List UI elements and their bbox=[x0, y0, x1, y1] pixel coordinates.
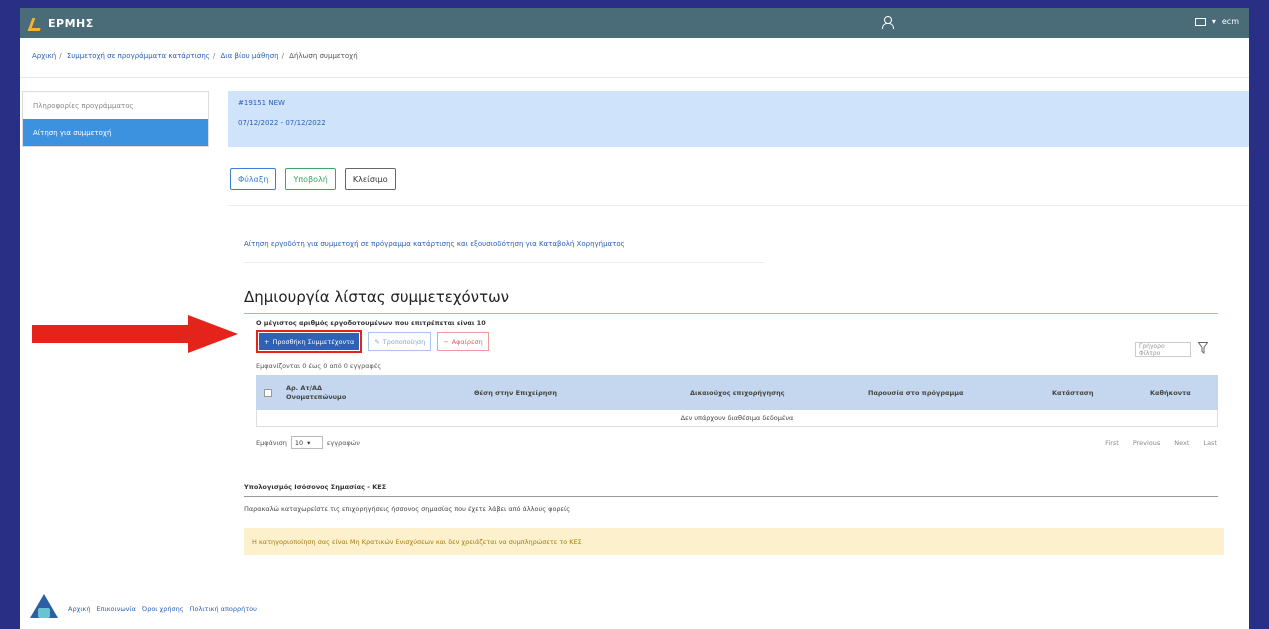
divider bbox=[244, 262, 764, 263]
quick-filter-placeholder: Γρήγορο Φίλτρο bbox=[1139, 342, 1165, 357]
edit-participant-label: Τροποποίηση bbox=[382, 337, 426, 346]
participants-title: Δημιουργία λίστας συμμετεχόντων bbox=[244, 288, 510, 306]
pager-previous[interactable]: Previous bbox=[1133, 439, 1160, 447]
breadcrumb-training[interactable]: Συμμετοχή σε προγράμματα κατάρτισης bbox=[67, 52, 210, 60]
column-status[interactable]: Κατάσταση bbox=[1052, 375, 1093, 410]
calculation-note: Παρακαλώ καταχωρείστε τις επιχορηγήσεις … bbox=[244, 505, 571, 513]
footer-link-home[interactable]: Αρχική bbox=[68, 605, 90, 613]
organization-logo-icon bbox=[30, 594, 58, 624]
empty-table-row: Δεν υπάρχουν διαθέσιμα δεδομένα bbox=[256, 410, 1218, 427]
plus-icon: + bbox=[264, 337, 270, 346]
page-size-value: 10 bbox=[294, 438, 304, 447]
records-info: Εμφανίζονται 0 έως 0 από 0 εγγραφές bbox=[256, 362, 382, 370]
page-size-suffix: εγγραφών bbox=[326, 438, 360, 447]
pagination: First Previous Next Last bbox=[1105, 439, 1217, 447]
edit-participant-button[interactable]: ✎ Τροποποίηση bbox=[368, 332, 432, 351]
footer-link-privacy[interactable]: Πολιτική απορρήτου bbox=[190, 605, 257, 613]
footer-link-contact[interactable]: Επικοινωνία bbox=[96, 605, 135, 613]
remove-participant-button[interactable]: − Αφαίρεση bbox=[437, 332, 489, 351]
sidebar: Πληροφορίες προγράμματος Αίτηση για συμμ… bbox=[22, 91, 209, 147]
mail-icon[interactable] bbox=[1194, 17, 1206, 26]
chevron-down-icon: ▾ bbox=[307, 438, 311, 447]
red-arrow-annotation bbox=[32, 315, 238, 353]
sidebar-item-label: Πληροφορίες προγράμματος bbox=[33, 101, 134, 110]
breadcrumb-home[interactable]: Αρχική bbox=[32, 52, 56, 60]
column-id-name[interactable]: Αρ. Ατ/ΑΔ Ονοματεπώνυμο bbox=[286, 375, 376, 410]
add-participant-label: Προσθήκη Συμμετέχοντα bbox=[272, 337, 355, 346]
participant-actions: + Προσθήκη Συμμετέχοντα ✎ Τροποποίηση − … bbox=[256, 330, 489, 353]
dropdown-caret-icon[interactable]: ▾ bbox=[1212, 17, 1216, 26]
footer: Αρχική Επικοινωνία Όροι χρήσης Πολιτική … bbox=[30, 594, 257, 624]
page-size-select[interactable]: 10 ▾ bbox=[290, 436, 323, 449]
save-button[interactable]: Φύλαξη bbox=[230, 168, 277, 190]
pager-first[interactable]: First bbox=[1105, 439, 1119, 447]
minus-icon: − bbox=[443, 337, 449, 346]
breadcrumb-lifelong[interactable]: Δια βίου μάθηση bbox=[221, 52, 279, 60]
submit-button[interactable]: Υποβολή bbox=[285, 168, 336, 190]
warning-text: Η κατηγοριοποίηση σας είναι Μη Κρατικών … bbox=[252, 537, 582, 546]
filter-icon[interactable] bbox=[1198, 342, 1208, 354]
column-duties[interactable]: Καθήκοντα bbox=[1150, 375, 1191, 410]
app-logo[interactable]: ΕΡΜΗΣ bbox=[30, 16, 94, 30]
breadcrumb-current: Δήλωση συμμετοχή bbox=[289, 52, 358, 60]
empty-table-text: Δεν υπάρχουν διαθέσιμα δεδομένα bbox=[680, 414, 794, 422]
divider bbox=[244, 313, 1218, 314]
column-beneficiary[interactable]: Δικαιούχος επιχορήγησης bbox=[690, 375, 785, 410]
divider bbox=[228, 205, 1249, 206]
remove-participant-label: Αφαίρεση bbox=[451, 337, 483, 346]
edit-icon: ✎ bbox=[374, 337, 380, 346]
add-button-highlight: + Προσθήκη Συμμετέχοντα bbox=[256, 330, 363, 353]
close-button[interactable]: Κλείσιμο bbox=[344, 168, 396, 190]
ermis-logo-icon bbox=[30, 16, 44, 30]
footer-link-terms[interactable]: Όροι χρήσης bbox=[142, 605, 184, 613]
user-name[interactable]: ecm bbox=[1222, 17, 1239, 26]
pager-next[interactable]: Next bbox=[1174, 439, 1189, 447]
user-icon[interactable] bbox=[882, 16, 894, 29]
table-header: Αρ. Ατ/ΑΔ Ονοματεπώνυμο Θέση στην Επιχεί… bbox=[256, 375, 1218, 410]
warning-alert: Η κατηγοριοποίηση σας είναι Μη Κρατικών … bbox=[244, 528, 1224, 555]
divider bbox=[20, 77, 1249, 78]
column-attendance[interactable]: Παρουσία στο πρόγραμμα bbox=[868, 375, 964, 410]
app-title: ΕΡΜΗΣ bbox=[48, 16, 94, 30]
sidebar-item-application[interactable]: Αίτηση για συμμετοχή bbox=[23, 119, 208, 146]
quick-filter-input[interactable]: Γρήγορο Φίλτρο bbox=[1135, 342, 1191, 357]
pager-last[interactable]: Last bbox=[1203, 439, 1217, 447]
program-info-banner: #19151 NEW 07/12/2022 - 07/12/2022 bbox=[228, 91, 1249, 147]
sidebar-item-label: Αίτηση για συμμετοχή bbox=[33, 128, 112, 137]
program-dates: 07/12/2022 - 07/12/2022 bbox=[238, 119, 326, 127]
footer-links: Αρχική Επικοινωνία Όροι χρήσης Πολιτική … bbox=[68, 605, 257, 613]
participants-table: Αρ. Ατ/ΑΔ Ονοματεπώνυμο Θέση στην Επιχεί… bbox=[256, 375, 1218, 427]
calculation-title: Υπολογισμός Ισόσονος Σημασίας - ΚΕΣ bbox=[244, 483, 387, 491]
page-size-prefix: Εμφάνιση bbox=[256, 438, 287, 447]
page-size-control: Εμφάνιση 10 ▾ εγγραφών bbox=[256, 436, 360, 449]
breadcrumb: Αρχική / Συμμετοχή σε προγράμματα κατάρτι… bbox=[32, 52, 358, 60]
top-navbar: ΕΡΜΗΣ ▾ ecm bbox=[20, 8, 1249, 38]
application-link[interactable]: Αίτηση εργοδότη για συμμετοχή σε πρόγραμ… bbox=[244, 240, 625, 248]
topbar-tools: ▾ ecm bbox=[1194, 17, 1239, 26]
max-participants-note: Ο μέγιστος αριθμός εργοδοτουμένων που επ… bbox=[256, 319, 486, 327]
column-position[interactable]: Θέση στην Επιχείρηση bbox=[474, 375, 557, 410]
program-code: #19151 NEW bbox=[238, 99, 285, 107]
add-participant-button[interactable]: + Προσθήκη Συμμετέχοντα bbox=[259, 333, 360, 350]
select-all-checkbox[interactable] bbox=[264, 375, 272, 410]
sidebar-item-program-info[interactable]: Πληροφορίες προγράμματος bbox=[23, 92, 208, 119]
form-actions: Φύλαξη Υποβολή Κλείσιμο bbox=[230, 168, 396, 190]
divider bbox=[244, 496, 1218, 497]
